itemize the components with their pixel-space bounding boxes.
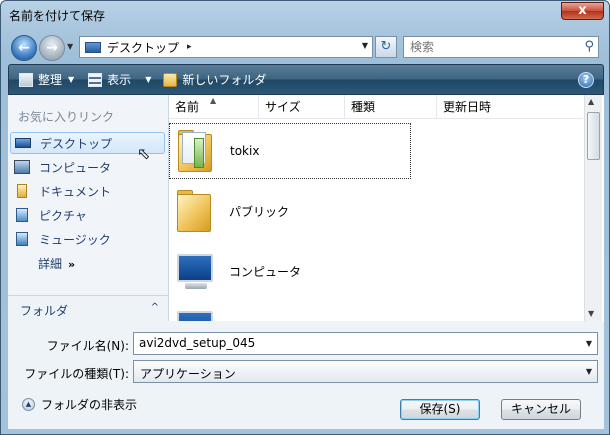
more-links-label: 詳細 <box>38 257 63 271</box>
documents-icon <box>17 184 27 198</box>
favorite-label: ドキュメント <box>39 184 112 199</box>
new-folder-icon <box>163 72 178 87</box>
command-toolbar: 整理 ▼ 表示 ▼ 新しいフォルダ ? <box>8 64 604 95</box>
favorites-header: お気に入りリンク <box>18 110 115 124</box>
favorite-label: ピクチャ <box>39 208 87 223</box>
organize-icon <box>19 72 33 87</box>
organize-label: 整理 <box>38 73 63 87</box>
chevron-up-icon: ^ <box>150 302 159 313</box>
chevron-up-icon: ▲ <box>22 398 35 411</box>
address-current-location[interactable]: デスクトップ <box>107 39 179 56</box>
chevron-down-icon: ▼ <box>68 75 75 84</box>
computer-icon <box>175 248 215 294</box>
favorite-item-pictures[interactable]: ピクチャ <box>10 204 165 226</box>
navigation-pane: お気に入りリンク デスクトップ コンピュータ ドキュメント ピクチャ ミュージッ… <box>8 95 169 321</box>
cancel-button[interactable]: キャンセル <box>501 399 581 420</box>
column-header-name[interactable]: ▲ 名前 <box>169 95 259 119</box>
column-label: 種類 <box>351 100 376 114</box>
hide-folders-label: フォルダの非表示 <box>41 398 138 412</box>
column-header-type[interactable]: 種類 <box>345 95 437 119</box>
new-folder-button[interactable]: 新しいフォルダ <box>163 71 266 88</box>
folders-toggle[interactable]: フォルダ ^ <box>8 295 168 321</box>
file-item-tokix[interactable]: tokix <box>169 123 411 179</box>
title-bar[interactable]: 名前を付けて保存 x <box>1 1 609 29</box>
scroll-up-icon[interactable]: ▲ <box>588 97 594 106</box>
address-bar[interactable]: デスクトップ ▸ ▼ <box>79 36 373 58</box>
new-folder-label: 新しいフォルダ <box>182 73 267 87</box>
organize-menu-button[interactable]: 整理 ▼ <box>19 71 74 88</box>
computer-icon <box>14 160 30 174</box>
file-list[interactable]: ▲ 名前 サイズ 種類 更新日時 tokix パブリック コンピュータ ▲ ▼ <box>169 95 604 321</box>
sort-ascending-icon: ▲ <box>210 96 217 105</box>
help-icon[interactable]: ? <box>578 72 594 88</box>
refresh-icon: ↻ <box>380 39 392 54</box>
file-name: パブリック <box>229 204 290 219</box>
music-icon <box>16 232 28 246</box>
save-options-panel: ファイル名(N): ▼ ファイルの種類(T): アプリケーション ▼ ▲ フォル… <box>8 321 604 429</box>
back-button[interactable]: ← <box>11 35 37 61</box>
filename-input[interactable] <box>139 336 539 350</box>
window-title: 名前を付けて保存 <box>9 9 106 23</box>
chevron-down-icon: ▼ <box>585 367 592 376</box>
file-item-partial[interactable] <box>169 303 411 321</box>
file-item-public[interactable]: パブリック <box>169 183 411 239</box>
scroll-thumb[interactable] <box>587 112 600 160</box>
more-links-button[interactable]: 詳細 » <box>38 255 75 272</box>
back-arrow-icon: ← <box>18 40 30 56</box>
folder-icon <box>176 128 216 174</box>
search-box[interactable]: ⚲ <box>403 36 599 58</box>
recent-pages-dropdown[interactable]: ▼ <box>67 42 73 51</box>
mouse-cursor-icon: ⬁ <box>137 144 151 163</box>
favorite-item-documents[interactable]: ドキュメント <box>10 180 165 202</box>
computer-icon <box>175 303 215 321</box>
favorite-item-music[interactable]: ミュージック <box>10 228 165 250</box>
filename-field[interactable]: ▼ <box>133 332 598 355</box>
desktop-icon <box>15 138 31 148</box>
favorite-label: デスクトップ <box>40 136 113 151</box>
view-menu-button[interactable]: 表示 ▼ <box>88 71 151 88</box>
column-label: サイズ <box>265 100 301 114</box>
desktop-icon <box>85 41 101 53</box>
close-button[interactable]: x <box>561 2 604 20</box>
address-history-dropdown[interactable]: ▼ <box>362 41 368 50</box>
filetype-value: アプリケーション <box>140 367 236 381</box>
chevron-down-icon: ▼ <box>145 75 152 84</box>
folders-label: フォルダ <box>20 304 69 318</box>
scroll-down-icon[interactable]: ▼ <box>588 309 594 318</box>
filetype-select[interactable]: アプリケーション ▼ <box>133 360 598 383</box>
save-button[interactable]: 保存(S) <box>400 399 480 420</box>
view-label: 表示 <box>107 73 132 87</box>
column-header-size[interactable]: サイズ <box>259 95 345 119</box>
double-chevron-icon: » <box>68 258 76 271</box>
forward-button[interactable]: → <box>39 35 65 61</box>
search-input[interactable] <box>410 40 560 54</box>
filetype-label: ファイルの種類(T): <box>24 367 129 381</box>
column-label: 更新日時 <box>443 100 492 114</box>
chevron-down-icon[interactable]: ▼ <box>586 339 592 348</box>
search-icon[interactable]: ⚲ <box>584 39 594 54</box>
refresh-button[interactable]: ↻ <box>375 36 397 58</box>
pictures-icon <box>16 208 28 222</box>
file-name: tokix <box>230 144 260 158</box>
favorite-label: コンピュータ <box>39 160 112 175</box>
favorite-label: ミュージック <box>39 232 111 247</box>
column-label: 名前 <box>175 100 200 114</box>
column-header-modified[interactable]: 更新日時 <box>437 95 583 119</box>
breadcrumb-separator[interactable]: ▸ <box>187 42 192 52</box>
column-header-row: ▲ 名前 サイズ 種類 更新日時 <box>169 95 583 119</box>
vertical-scrollbar[interactable]: ▲ ▼ <box>584 95 602 321</box>
file-item-computer[interactable]: コンピュータ <box>169 243 411 299</box>
view-icon <box>88 72 103 87</box>
filename-label: ファイル名(N): <box>46 339 129 353</box>
folder-icon <box>175 188 215 234</box>
save-as-dialog: 名前を付けて保存 x ← → ▼ デスクトップ ▸ ▼ ↻ ⚲ 整理 ▼ 表示 … <box>0 0 610 435</box>
hide-folders-button[interactable]: ▲ フォルダの非表示 <box>22 396 137 413</box>
file-name: コンピュータ <box>229 264 302 279</box>
forward-arrow-icon: → <box>46 40 58 56</box>
